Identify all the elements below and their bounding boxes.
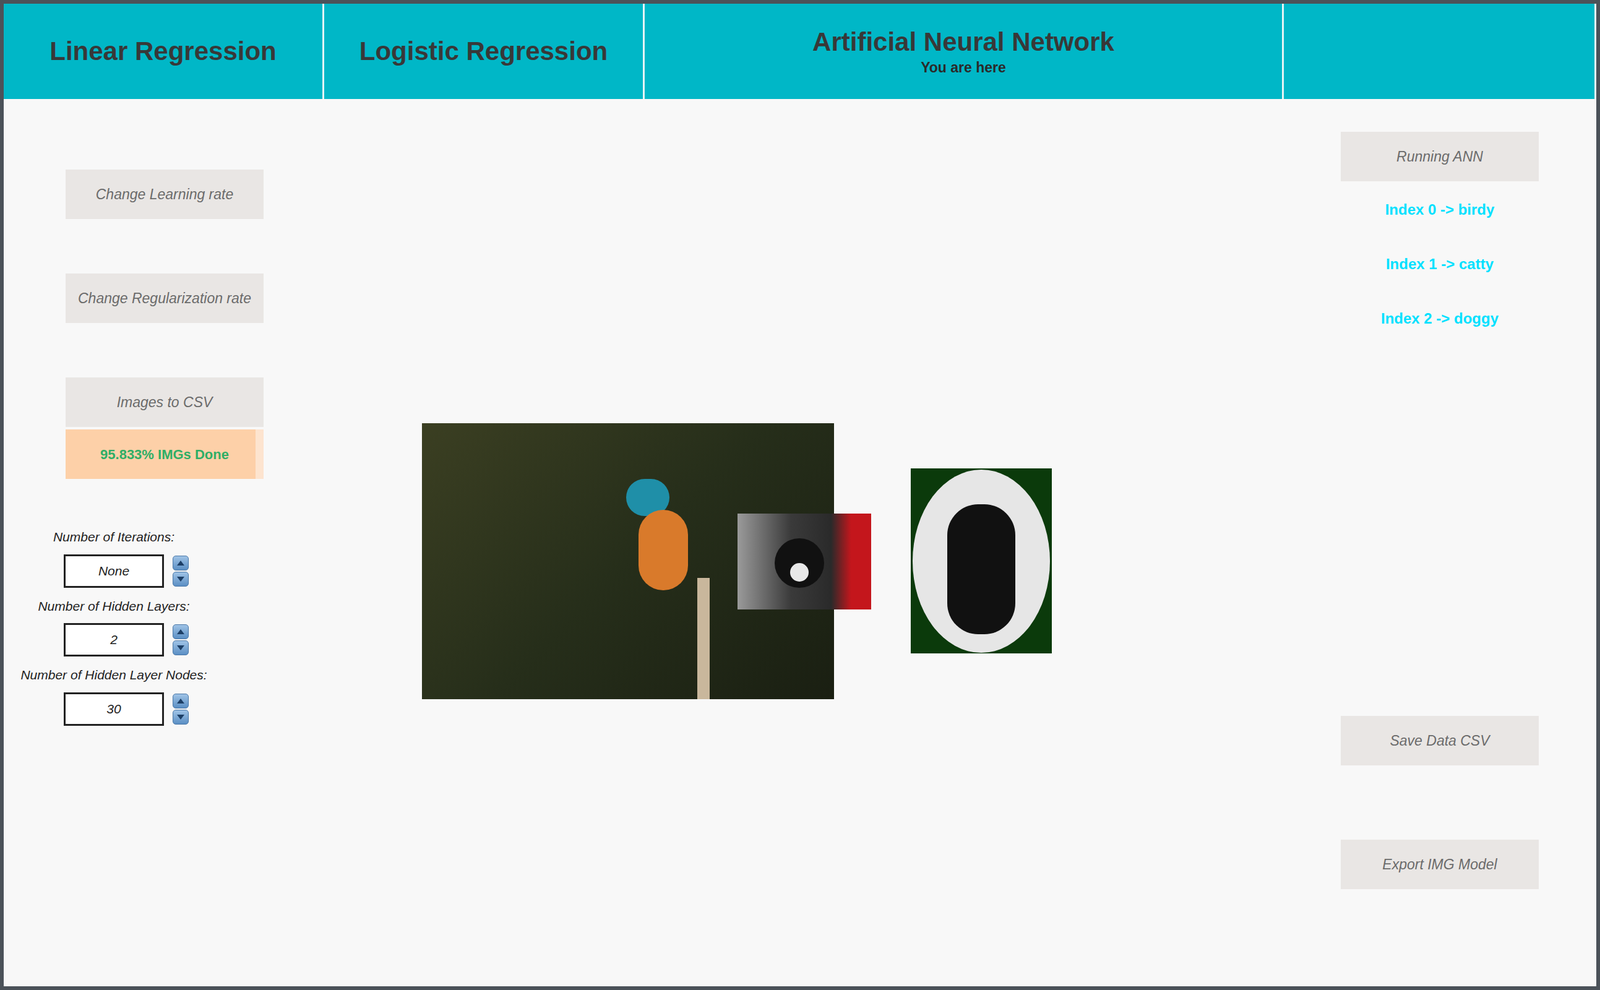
number-input[interactable]: None bbox=[63, 554, 164, 588]
cat-photo bbox=[737, 513, 872, 610]
number-field: Number of Iterations:None bbox=[63, 527, 326, 588]
nav-tab[interactable] bbox=[1283, 3, 1597, 99]
up-arrow-icon bbox=[176, 559, 185, 567]
nav-tab[interactable]: Logistic Regression bbox=[324, 3, 645, 99]
nav-tab[interactable]: Linear Regression bbox=[3, 3, 325, 99]
progress-bar: 95.833% IMGs Done bbox=[65, 429, 264, 479]
up-arrow-icon bbox=[176, 628, 185, 635]
top-nav: Linear Regression Logistic Regression Arti… bbox=[3, 3, 1597, 99]
decrement-button[interactable] bbox=[172, 709, 189, 725]
number-field: Number of Hidden Layers:2 bbox=[63, 596, 326, 658]
setting-button[interactable]: Change Regularization rate bbox=[65, 273, 264, 323]
class-index-label: Index 2 -> doggy bbox=[1380, 307, 1499, 330]
increment-button[interactable] bbox=[172, 624, 189, 640]
number-input[interactable]: 30 bbox=[63, 692, 164, 726]
progress-text: 95.833% IMGs Done bbox=[100, 444, 229, 465]
run-ann-button[interactable]: Running ANN bbox=[1340, 131, 1539, 182]
up-arrow-icon bbox=[176, 697, 185, 705]
decrement-button[interactable] bbox=[172, 571, 189, 587]
dog-photo bbox=[910, 468, 1052, 654]
number-field-label: Number of Iterations: bbox=[53, 527, 175, 547]
image-canvas bbox=[325, 98, 1284, 987]
nav-tab-label: Logistic Regression bbox=[359, 35, 608, 69]
right-panel: Running ANN Index 0 -> birdy Index 1 -> ca… bbox=[1283, 98, 1597, 987]
down-arrow-icon bbox=[176, 713, 185, 721]
spinner[interactable] bbox=[172, 693, 189, 725]
spinner[interactable] bbox=[172, 555, 189, 587]
number-field-label: Number of Hidden Layer Nodes: bbox=[20, 665, 207, 685]
nav-tab-label: Artificial Neural Network bbox=[812, 25, 1115, 59]
setting-button[interactable]: Change Learning rate bbox=[65, 169, 264, 220]
action-button[interactable]: Export IMG Model bbox=[1340, 839, 1539, 890]
down-arrow-icon bbox=[176, 576, 185, 583]
action-button[interactable]: Save Data CSV bbox=[1340, 715, 1539, 766]
spinner[interactable] bbox=[172, 624, 189, 656]
increment-button[interactable] bbox=[172, 555, 189, 571]
number-input[interactable]: 2 bbox=[63, 623, 164, 657]
class-index-label: Index 1 -> catty bbox=[1385, 253, 1494, 276]
class-index-label: Index 0 -> birdy bbox=[1385, 198, 1495, 221]
number-field: Number of Hidden Layer Nodes:30 bbox=[63, 665, 326, 726]
increment-button[interactable] bbox=[172, 693, 189, 709]
nav-tab-subtitle: You are here bbox=[920, 58, 1007, 77]
number-field-label: Number of Hidden Layers: bbox=[37, 596, 190, 617]
images-to-csv-button[interactable]: Images to CSV bbox=[65, 377, 264, 427]
nav-tab[interactable]: Artificial Neural NetworkYou are here bbox=[644, 3, 1284, 99]
app-window: Linear Regression Logistic Regression Arti… bbox=[0, 0, 1600, 990]
decrement-button[interactable] bbox=[172, 640, 189, 656]
nav-tab-label: Linear Regression bbox=[49, 35, 276, 69]
left-panel: Change Learning rate Change Regularizatio… bbox=[3, 98, 326, 987]
main-area: Change Learning rate Change Regularizatio… bbox=[3, 98, 1597, 987]
down-arrow-icon bbox=[176, 644, 185, 651]
